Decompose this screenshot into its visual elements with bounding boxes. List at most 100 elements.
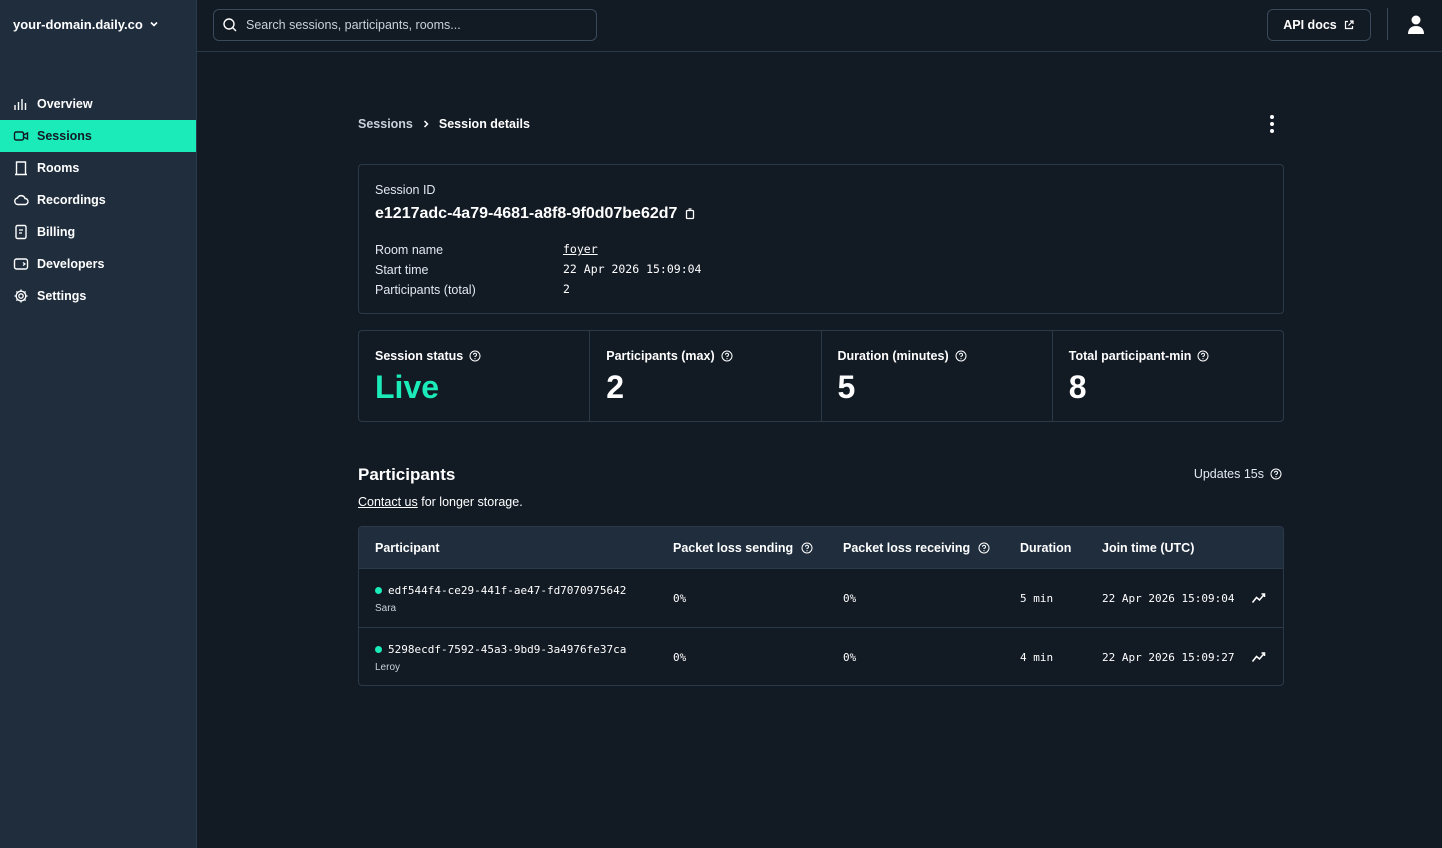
table-row[interactable]: 5298ecdf-7592-45a3-9bd9-3a4976fe37ca Ler… — [359, 628, 1283, 685]
stat-value: 8 — [1068, 369, 1087, 405]
stat-label: Total participant-min — [1068, 349, 1192, 363]
trend-chart-icon[interactable] — [1251, 649, 1267, 665]
sidebar-item-billing[interactable]: Billing — [0, 216, 196, 248]
help-icon[interactable] — [978, 542, 990, 554]
column-header-join-time: Join time (UTC) — [1102, 541, 1194, 555]
updates-label: Updates 15s — [1193, 467, 1264, 481]
room-name-link[interactable]: foyer — [563, 242, 598, 256]
join-time-value: 22 Apr 2026 15:09:27 — [1102, 651, 1235, 664]
stat-value: 2 — [606, 369, 625, 405]
participant-id: 5298ecdf-7592-45a3-9bd9-3a4976fe37ca — [375, 643, 626, 656]
cloud-icon — [14, 194, 29, 206]
api-docs-button[interactable]: API docs — [1267, 9, 1371, 41]
help-icon[interactable] — [955, 350, 967, 362]
sidebar-item-label: Developers — [37, 257, 105, 271]
column-header-label: Packet loss receiving — [843, 541, 971, 555]
packet-loss-receiving-value: 0% — [843, 651, 857, 664]
duration-value: 5 min — [1020, 592, 1054, 605]
sidebar-item-recordings[interactable]: Recordings — [0, 184, 196, 216]
sidebar-item-sessions[interactable]: Sessions — [0, 120, 196, 152]
user-avatar-icon[interactable] — [1406, 14, 1426, 36]
sidebar-item-settings[interactable]: Settings — [0, 280, 196, 312]
stat-label: Duration (minutes) — [837, 349, 949, 363]
column-header-label: Duration — [1020, 541, 1072, 555]
sidebar-nav: Overview Sessions Rooms Recordings Billi… — [0, 88, 196, 312]
more-options-button[interactable] — [1262, 114, 1282, 134]
bar-chart-icon — [14, 99, 27, 110]
stat-session-status: Session status Live — [359, 331, 591, 421]
stat-duration: Duration (minutes) 5 — [822, 331, 1053, 421]
topbar-divider — [1387, 8, 1388, 40]
column-header-duration: Duration — [1020, 541, 1071, 555]
session-id-label: Session ID — [375, 183, 436, 197]
table-row[interactable]: edf544f4-ce29-441f-ae47-fd7070975642 Sar… — [359, 569, 1283, 628]
receipt-icon — [15, 224, 27, 240]
session-info-card: Session ID e1217adc-4a79-4681-a8f8-9f0d0… — [358, 164, 1284, 314]
column-header-packet-loss-sending: Packet loss sending — [673, 541, 813, 555]
door-icon — [15, 161, 27, 176]
session-id: e1217adc-4a79-4681-a8f8-9f0d07be62d7 — [375, 205, 695, 223]
packet-loss-sending-value: 0% — [673, 592, 687, 605]
column-header-label: Packet loss sending — [673, 541, 794, 555]
session-stats: Session status Live Participants (max) 2… — [358, 330, 1284, 422]
copy-icon[interactable] — [685, 208, 695, 220]
stat-label: Participants (max) — [606, 349, 715, 363]
search-box[interactable] — [213, 9, 597, 41]
join-time-value: 22 Apr 2026 15:09:04 — [1102, 592, 1235, 605]
start-time-value: 22 Apr 2026 15:09:04 — [563, 262, 702, 276]
sidebar-item-label: Overview — [37, 97, 93, 111]
help-icon[interactable] — [801, 542, 813, 554]
participants-total-value: 2 — [563, 282, 570, 296]
online-status-dot — [375, 587, 382, 594]
storage-note: Contact us for longer storage. — [358, 495, 523, 509]
sidebar-item-rooms[interactable]: Rooms — [0, 152, 196, 184]
packet-loss-sending-value: 0% — [673, 651, 687, 664]
breadcrumb-sessions-link[interactable]: Sessions — [358, 117, 413, 131]
sidebar-item-label: Settings — [37, 289, 87, 303]
help-icon[interactable] — [469, 350, 481, 362]
domain-label: your-domain.daily.co — [13, 16, 143, 32]
participant-name: Leroy — [375, 662, 401, 673]
help-icon[interactable] — [721, 350, 733, 362]
column-header-label: Join time (UTC) — [1102, 541, 1195, 555]
sidebar-item-developers[interactable]: Developers — [0, 248, 196, 280]
domain-switcher[interactable]: your-domain.daily.co — [13, 15, 159, 33]
packet-loss-receiving-value: 0% — [843, 592, 857, 605]
gear-icon — [14, 289, 28, 303]
online-status-dot — [375, 646, 382, 653]
stat-value: Live — [375, 369, 440, 405]
updates-indicator: Updates 15s — [1194, 467, 1282, 481]
help-icon[interactable] — [1270, 468, 1282, 480]
stat-value: 5 — [837, 369, 856, 405]
start-time-label: Start time — [375, 263, 429, 277]
sidebar: your-domain.daily.co Overview Sessions R… — [0, 0, 197, 848]
search-input[interactable] — [246, 18, 566, 32]
stat-participants-max: Participants (max) 2 — [590, 331, 822, 421]
sidebar-item-label: Recordings — [37, 193, 106, 207]
room-name-label: Room name — [375, 243, 444, 257]
breadcrumb-current: Session details — [438, 117, 530, 131]
sidebar-item-label: Billing — [37, 225, 76, 239]
api-docs-label: API docs — [1283, 18, 1337, 32]
participants-title: Participants — [358, 465, 456, 484]
participant-name: Sara — [375, 603, 397, 614]
participant-id: edf544f4-ce29-441f-ae47-fd7070975642 — [375, 584, 626, 597]
trend-chart-icon[interactable] — [1251, 590, 1267, 606]
topbar: API docs — [197, 0, 1442, 52]
code-window-icon — [13, 258, 29, 270]
breadcrumb: Sessions Session details — [358, 117, 530, 131]
sidebar-item-overview[interactable]: Overview — [0, 88, 196, 120]
sidebar-item-label: Sessions — [37, 129, 92, 143]
stat-label: Session status — [375, 349, 464, 363]
participant-id-value: 5298ecdf-7592-45a3-9bd9-3a4976fe37ca — [388, 643, 627, 656]
storage-note-text: for longer storage. — [417, 495, 523, 509]
table-header: Participant Packet loss sending Packet l… — [359, 527, 1283, 569]
session-id-value: e1217adc-4a79-4681-a8f8-9f0d07be62d7 — [375, 205, 678, 222]
chevron-right-icon — [423, 120, 429, 128]
external-link-icon — [1344, 20, 1354, 30]
column-header-participant: Participant — [375, 541, 440, 555]
stat-total-participant-min: Total participant-min 8 — [1053, 331, 1283, 421]
contact-us-link[interactable]: Contact us — [358, 495, 418, 509]
help-icon[interactable] — [1197, 350, 1209, 362]
column-header-packet-loss-receiving: Packet loss receiving — [843, 541, 990, 555]
